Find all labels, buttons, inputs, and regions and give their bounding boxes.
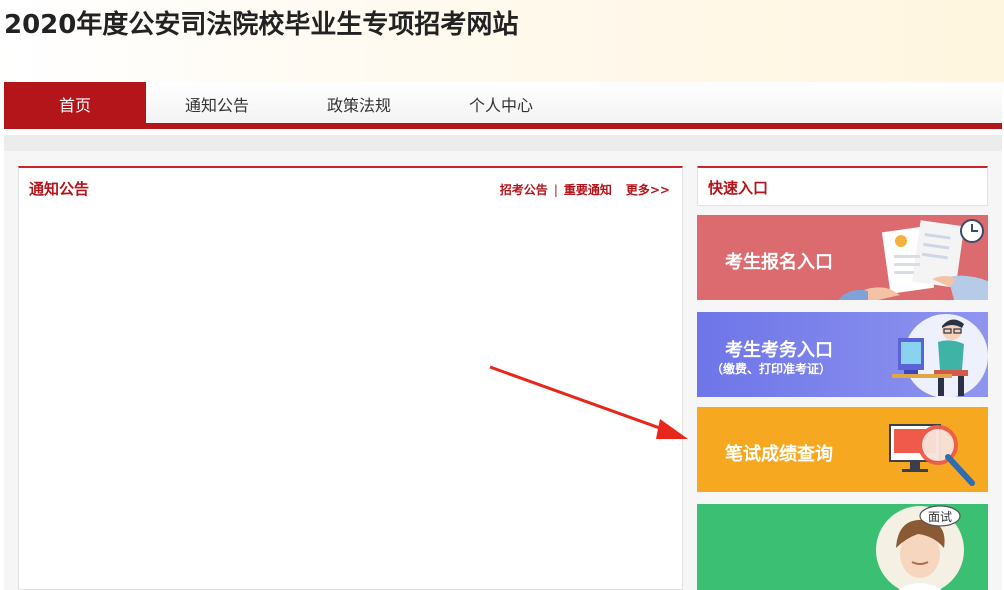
interview-person-icon: 面试	[876, 505, 964, 590]
annotation-arrow	[489, 365, 688, 439]
score-query-card[interactable]: 笔试成绩查询	[697, 407, 988, 492]
nav-item-policies[interactable]: 政策法规	[288, 82, 430, 129]
registration-entry-card[interactable]: 考生报名入口	[697, 215, 988, 300]
link-important-notice[interactable]: 重要通知	[564, 181, 612, 198]
link-exam-announcement[interactable]: 招考公告	[500, 181, 548, 198]
exam-affairs-entry-label: 考生考务入口	[725, 340, 833, 361]
student-computer-icon	[892, 314, 988, 397]
registration-entry-label: 考生报名入口	[725, 252, 833, 273]
nav-item-notices[interactable]: 通知公告	[146, 82, 288, 129]
exam-affairs-entry-sublabel: （缴费、打印准考证）	[711, 362, 832, 376]
notice-panel-title: 通知公告	[29, 180, 90, 198]
quick-entry-panel: 快速入口	[697, 166, 988, 206]
quick-entry-title: 快速入口	[708, 179, 769, 197]
magnifier-monitor-icon	[889, 424, 975, 486]
main-nav: 首页 通知公告 政策法规 个人中心	[4, 82, 1002, 129]
site-title: 2020年度公安司法院校毕业生专项招考网站	[4, 10, 519, 40]
exam-affairs-entry-card[interactable]: 考生考务入口 （缴费、打印准考证）	[697, 312, 988, 397]
link-separator: |	[553, 182, 558, 197]
interview-badge: 面试	[919, 505, 961, 527]
nav-item-personal-center[interactable]: 个人中心	[430, 82, 572, 129]
interview-entry-card[interactable]: 面试	[697, 504, 988, 590]
score-query-label: 笔试成绩查询	[725, 444, 833, 465]
interview-badge-text: 面试	[928, 509, 952, 524]
nav-shadow-band	[4, 135, 1002, 151]
registration-form-icon	[838, 219, 988, 300]
notice-panel-links: 招考公告 | 重要通知 更多>>	[500, 181, 670, 198]
nav-item-home[interactable]: 首页	[4, 82, 146, 129]
site-header: 2020年度公安司法院校毕业生专项招考网站	[0, 0, 1004, 82]
more-link[interactable]: 更多>>	[626, 181, 670, 198]
